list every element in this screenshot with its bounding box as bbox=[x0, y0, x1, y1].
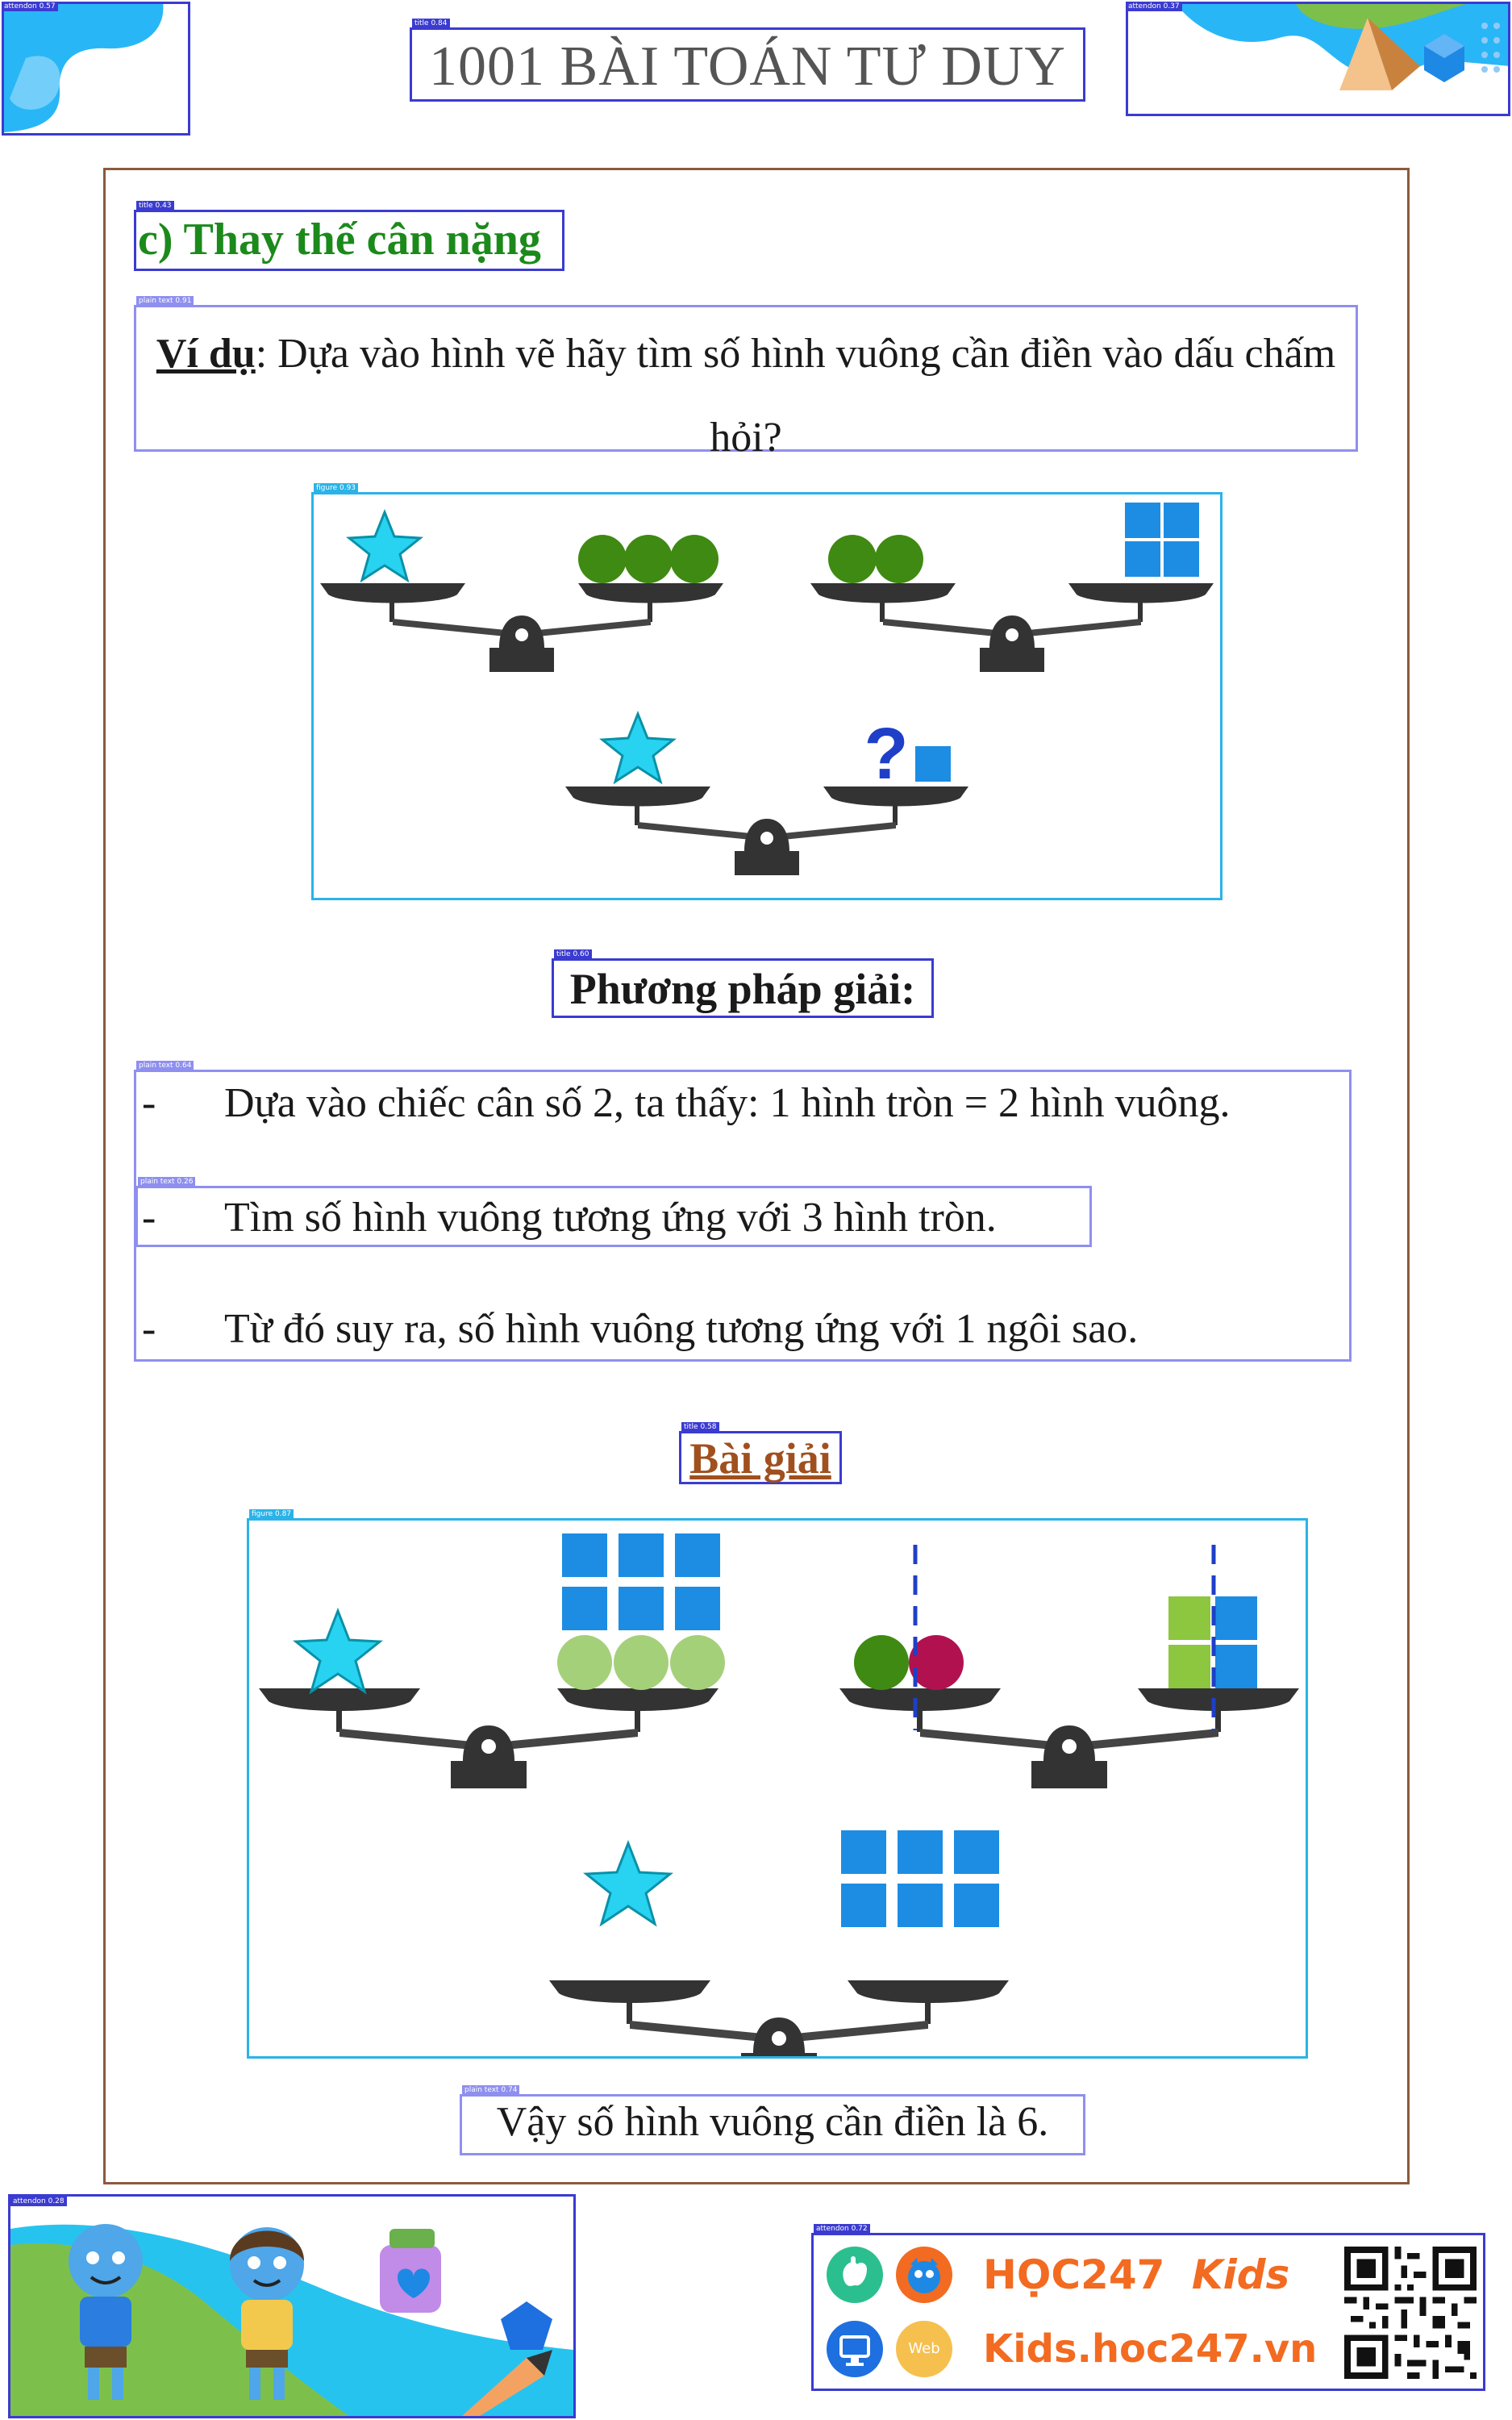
section-title: c) Thay thế cân nặng bbox=[138, 215, 541, 265]
detection-tag: attendon 0.37 bbox=[1126, 2, 1182, 11]
method-title-box: title 0.60 Phương pháp giải: bbox=[552, 949, 934, 1018]
app-store-icon bbox=[827, 2247, 883, 2303]
detection-tag: attendon 0.57 bbox=[2, 2, 58, 11]
detection-tag: title 0.58 bbox=[681, 1422, 719, 1432]
brand-kids: Kids bbox=[1191, 2251, 1290, 2298]
solution-figure: figure 0.87 bbox=[247, 1509, 1308, 2080]
square-icon bbox=[562, 1533, 720, 1630]
mascot-icon bbox=[896, 2247, 952, 2303]
monitor-icon bbox=[827, 2321, 883, 2377]
svg-text:?: ? bbox=[864, 714, 909, 795]
brand-name: HỌC247 bbox=[983, 2251, 1165, 2298]
method-item: - Tìm số hình vuông tương ứng với 3 hình… bbox=[142, 1194, 1352, 1247]
bullet-dash: - bbox=[142, 1080, 156, 1126]
web-icon: Web bbox=[896, 2321, 952, 2377]
solution-title-box: title 0.58 Bài giải bbox=[679, 1422, 842, 1484]
method-title: Phương pháp giải: bbox=[569, 965, 916, 1013]
example-figure: figure 0.93 ? bbox=[311, 483, 1223, 900]
detection-tag: attendon 0.72 bbox=[814, 2224, 870, 2234]
question-mark-icon: ? bbox=[864, 714, 909, 795]
method-item: - Dựa vào chiếc cân số 2, ta thấy: 1 hìn… bbox=[142, 1079, 1352, 1133]
bullet-dash: - bbox=[142, 1195, 156, 1241]
circle-icon bbox=[854, 1635, 909, 1690]
star-icon bbox=[292, 1607, 384, 1695]
detection-tag: figure 0.93 bbox=[314, 483, 359, 493]
backpack-icon bbox=[380, 2229, 441, 2313]
square-icon bbox=[841, 1830, 999, 1927]
method-item-text: Từ đó suy ra, số hình vuông tương ứng vớ… bbox=[224, 1306, 1139, 1352]
footer-brand-panel: attendon 0.72 HỌC247 Kids Web Kids.hoc24… bbox=[811, 2224, 1485, 2391]
detection-tag: title 0.43 bbox=[136, 201, 174, 211]
solution-title: Bài giải bbox=[689, 1434, 831, 1483]
answer-text: Vậy số hình vuông cần điền là 6. bbox=[496, 2099, 1049, 2145]
detection-tag: plain text 0.74 bbox=[462, 2085, 520, 2095]
header-right-decoration: attendon 0.37 bbox=[1126, 2, 1510, 116]
method-item-text: Dựa vào chiếc cân số 2, ta thấy: 1 hình … bbox=[224, 1080, 1231, 1126]
example-paragraph: Ví dụ: Dựa vào hình vẽ hãy tìm số hình v… bbox=[141, 312, 1351, 480]
detection-tag: plain text 0.26 bbox=[138, 1177, 196, 1187]
detection-tag: title 0.84 bbox=[412, 19, 450, 28]
header-title-box: title 0.84 1001 BÀI TOÁN TƯ DUY bbox=[410, 19, 1085, 102]
circle-icon bbox=[557, 1635, 725, 1690]
star-icon bbox=[599, 710, 677, 785]
solution-scales-figure bbox=[259, 1533, 1299, 2080]
website-link[interactable]: Kids.hoc247.vn bbox=[983, 2321, 1317, 2377]
footer-left-decoration: attendon 0.28 bbox=[8, 2194, 576, 2418]
qr-code-icon[interactable] bbox=[1344, 2245, 1477, 2380]
detection-tag: plain text 0.91 bbox=[136, 296, 194, 306]
star-icon bbox=[582, 1839, 674, 1927]
pentagon-icon bbox=[501, 2301, 552, 2350]
detection-tag: figure 0.87 bbox=[249, 1509, 294, 1519]
bullet-dash: - bbox=[142, 1306, 156, 1352]
brand-logo: HỌC247 Kids bbox=[983, 2247, 1289, 2303]
example-box: plain text 0.91 Ví dụ: Dựa vào hình vẽ h… bbox=[134, 296, 1358, 461]
square-icon bbox=[915, 746, 951, 782]
detection-tag: title 0.60 bbox=[554, 949, 592, 959]
web-label: Web bbox=[908, 2340, 940, 2357]
method-item: - Từ đó suy ra, số hình vuông tương ứng … bbox=[142, 1305, 1352, 1358]
example-text: : Dựa vào hình vẽ hãy tìm số hình vuông … bbox=[255, 331, 1336, 461]
square-icon bbox=[1125, 503, 1199, 577]
example-label: Ví dụ bbox=[156, 331, 256, 377]
detection-tag: attendon 0.28 bbox=[10, 2197, 67, 2206]
page-title: 1001 BÀI TOÁN TƯ DUY bbox=[429, 35, 1066, 98]
section-title-box: title 0.43 c) Thay thế cân nặng bbox=[134, 201, 564, 271]
detection-tag: plain text 0.64 bbox=[136, 1061, 194, 1070]
method-item-text: Tìm số hình vuông tương ứng với 3 hình t… bbox=[224, 1195, 997, 1241]
circle-icon bbox=[828, 535, 923, 583]
blob-decoration-icon bbox=[2, 2, 190, 136]
answer-box: plain text 0.74 Vậy số hình vuông cần đi… bbox=[460, 2085, 1085, 2155]
star-icon bbox=[346, 508, 423, 583]
balance-scales-figure: ? bbox=[320, 503, 1214, 875]
circle-icon bbox=[578, 535, 719, 583]
header-left-decoration: attendon 0.57 bbox=[2, 2, 190, 136]
